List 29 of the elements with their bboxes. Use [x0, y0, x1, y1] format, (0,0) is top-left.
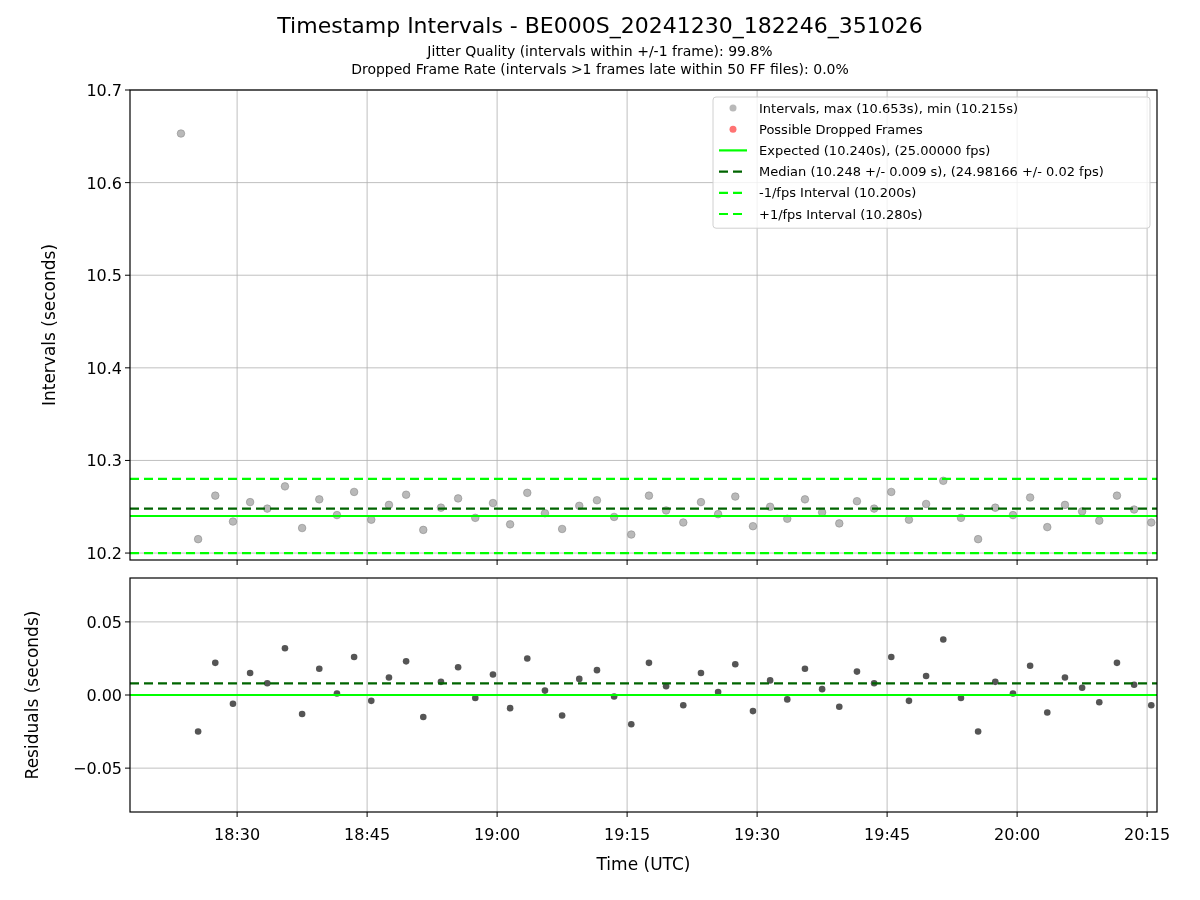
tick-label: 19:00	[474, 825, 521, 844]
tick-label: 20:00	[994, 825, 1041, 844]
tick-label: −0.05	[72, 759, 122, 779]
tick-label: 18:45	[344, 825, 391, 844]
legend-label: Median (10.248 +/- 0.009 s), (24.98166 +/- 0.02 fps)	[759, 164, 1104, 180]
tick-label: 19:45	[864, 825, 911, 844]
legend-label: Intervals, max (10.653s), min (10.215s)	[759, 100, 1018, 116]
tick-label: 18:30	[214, 825, 261, 844]
tick-label: 10.6	[86, 173, 122, 193]
tick-label: 0.05	[86, 612, 122, 632]
chart-subtitle: Jitter Quality (intervals within +/-1 frame): 99.8%	[427, 42, 773, 60]
tick-label: 19:15	[604, 825, 651, 844]
chart-title: Timestamp Intervals - BE000S_20241230_182246_351026	[277, 12, 923, 40]
y-axis-label: Residuals (seconds)	[22, 610, 42, 780]
tick-label: 10.5	[86, 266, 122, 286]
tick-label: 0.00	[86, 686, 122, 705]
chart-subtitle: Dropped Frame Rate (intervals >1 frames late within 50 FF files): 0.0%	[351, 60, 849, 78]
legend-label: Possible Dropped Frames	[759, 121, 923, 137]
legend-label: Expected (10.240s), (25.00000 fps)	[759, 142, 991, 158]
tick-label: 10.2	[86, 544, 122, 564]
y-axis-label: Intervals (seconds)	[39, 243, 59, 407]
tick-label: 10.4	[86, 358, 122, 378]
x-axis-label: Time (UTC)	[596, 854, 691, 874]
tick-label: 10.7	[86, 81, 122, 100]
tick-label: 19:30	[734, 825, 781, 844]
tick-label: 10.3	[86, 451, 122, 471]
legend-label: +1/fps Interval (10.280s)	[759, 206, 923, 222]
tick-label: 20:15	[1124, 825, 1171, 844]
legend-label: -1/fps Interval (10.200s)	[759, 185, 917, 201]
